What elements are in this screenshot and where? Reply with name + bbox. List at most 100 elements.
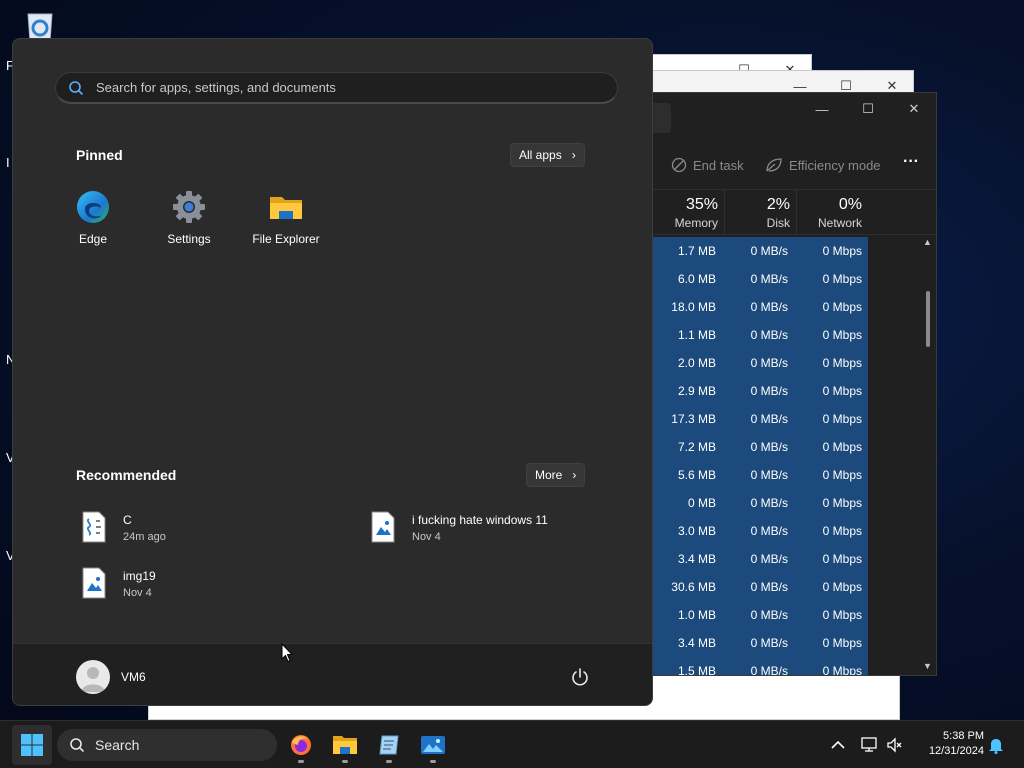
disk-value: 0 MB/s (750, 328, 788, 342)
running-indicator (342, 760, 348, 763)
notepad-icon (379, 735, 399, 755)
block-icon (671, 157, 687, 173)
start-button[interactable] (12, 725, 52, 765)
network-percent: 0% (838, 196, 862, 213)
memory-value: 7.2 MB (677, 440, 716, 454)
network-value: 0 Mbps (822, 664, 862, 676)
search-input[interactable] (96, 80, 596, 95)
memory-value: 5.6 MB (677, 468, 716, 482)
taskbar-app-firefox[interactable] (281, 727, 321, 763)
notification-bell-icon[interactable] (988, 736, 1004, 754)
memory-value: 3.4 MB (677, 552, 716, 566)
more-button[interactable]: More › (526, 463, 586, 487)
all-apps-label: All apps (519, 148, 562, 162)
recycle-bin-icon[interactable] (20, 8, 60, 43)
pinned-app-settings[interactable]: Settings (141, 189, 237, 246)
disk-value: 0 MB/s (750, 608, 788, 622)
memory-value: 1.1 MB (677, 328, 716, 342)
network-column-header[interactable]: 0% Network (796, 190, 868, 236)
scrollbar[interactable]: ▲ ▼ (921, 237, 935, 675)
pinned-app-edge[interactable]: Edge (45, 189, 141, 246)
recommended-title: Recommended (76, 467, 177, 483)
running-indicator (298, 760, 304, 763)
recommended-item[interactable]: i fucking hate windows 11 Nov 4 (368, 511, 548, 543)
clock-date: 12/31/2024 (928, 745, 984, 757)
network-value: 0 Mbps (822, 440, 862, 454)
disk-value: 0 MB/s (750, 664, 788, 676)
start-menu: Pinned All apps › Edge (12, 38, 653, 706)
memory-value: 30.6 MB (671, 580, 716, 594)
disk-percent: 2% (766, 196, 790, 213)
scroll-down-icon[interactable]: ▼ (923, 661, 932, 671)
network-label: Network (817, 216, 862, 230)
network-value: 0 Mbps (822, 244, 862, 258)
memory-value: 2.0 MB (677, 356, 716, 370)
taskbar-app-notepad[interactable] (369, 727, 409, 763)
all-apps-button[interactable]: All apps › (510, 143, 585, 167)
memory-value: 1.0 MB (677, 608, 716, 622)
disk-column-header[interactable]: 2% Disk (724, 190, 796, 236)
end-task-button[interactable]: End task (671, 157, 744, 173)
recommended-item[interactable]: C 24m ago (79, 511, 166, 543)
scrollbar-thumb[interactable] (926, 291, 930, 347)
taskbar-search-label: Search (95, 737, 140, 753)
disk-value: 0 MB/s (750, 468, 788, 482)
disk-value: 0 MB/s (750, 272, 788, 286)
maximize-icon[interactable]: ☐ (845, 95, 891, 123)
leaf-icon (766, 158, 782, 172)
disk-value: 0 MB/s (750, 440, 788, 454)
close-icon[interactable]: ✕ (891, 95, 936, 123)
scroll-up-icon[interactable]: ▲ (923, 237, 932, 247)
taskbar-app-file-explorer[interactable] (325, 727, 365, 763)
photos-icon (421, 736, 445, 754)
network-value: 0 Mbps (822, 384, 862, 398)
start-search-box[interactable] (55, 72, 618, 104)
memory-value: 18.0 MB (671, 300, 716, 314)
network-value: 0 Mbps (822, 552, 862, 566)
efficiency-mode-label: Efficiency mode (789, 157, 881, 173)
memory-column-header[interactable]: 35% Memory (652, 190, 724, 236)
pinned-app-label: Edge (78, 232, 108, 246)
minimize-icon[interactable]: — (799, 95, 845, 123)
disk-value: 0 MB/s (750, 384, 788, 398)
disk-label: Disk (766, 216, 790, 230)
recommended-item-name: i fucking hate windows 11 (412, 513, 548, 527)
more-label: More (535, 468, 563, 482)
network-icon[interactable] (860, 735, 880, 755)
memory-value: 0 MB (687, 496, 716, 510)
recommended-item[interactable]: img19 Nov 4 (79, 567, 156, 599)
network-value: 0 Mbps (822, 300, 862, 314)
power-icon[interactable] (569, 666, 591, 688)
user-avatar-icon[interactable] (76, 660, 110, 694)
running-indicator (430, 760, 436, 763)
memory-percent: 35% (685, 196, 718, 213)
memory-value: 3.4 MB (677, 636, 716, 650)
search-icon (69, 80, 84, 95)
recommended-item-name: C (123, 513, 132, 527)
disk-value: 0 MB/s (750, 524, 788, 538)
pinned-app-label: Settings (167, 232, 211, 246)
script-file-icon (79, 511, 109, 543)
system-clock[interactable]: 5:38 PM 12/31/2024 (912, 729, 984, 759)
network-value: 0 Mbps (822, 496, 862, 510)
disk-value: 0 MB/s (750, 244, 788, 258)
end-task-label: End task (693, 157, 744, 173)
start-footer: VM6 (13, 643, 652, 705)
network-value: 0 Mbps (822, 608, 862, 622)
user-name[interactable]: VM6 (121, 670, 146, 684)
memory-value: 2.9 MB (677, 384, 716, 398)
network-value: 0 Mbps (822, 328, 862, 342)
volume-muted-icon[interactable] (886, 735, 904, 755)
taskbar-app-photos[interactable] (413, 727, 453, 763)
memory-value: 6.0 MB (677, 272, 716, 286)
recommended-item-name: img19 (123, 569, 156, 583)
efficiency-mode-button[interactable]: Efficiency mode (765, 157, 881, 173)
more-options-icon[interactable]: ··· (901, 154, 921, 175)
network-value: 0 Mbps (822, 468, 862, 482)
firefox-icon (291, 735, 311, 755)
folder-icon (268, 189, 304, 225)
taskbar-search[interactable]: Search (57, 729, 277, 761)
pinned-app-file-explorer[interactable]: File Explorer (238, 189, 334, 246)
taskbar: Search 5:38 PM 12/31/2024 (0, 720, 1024, 768)
chevron-up-icon[interactable] (828, 735, 848, 755)
